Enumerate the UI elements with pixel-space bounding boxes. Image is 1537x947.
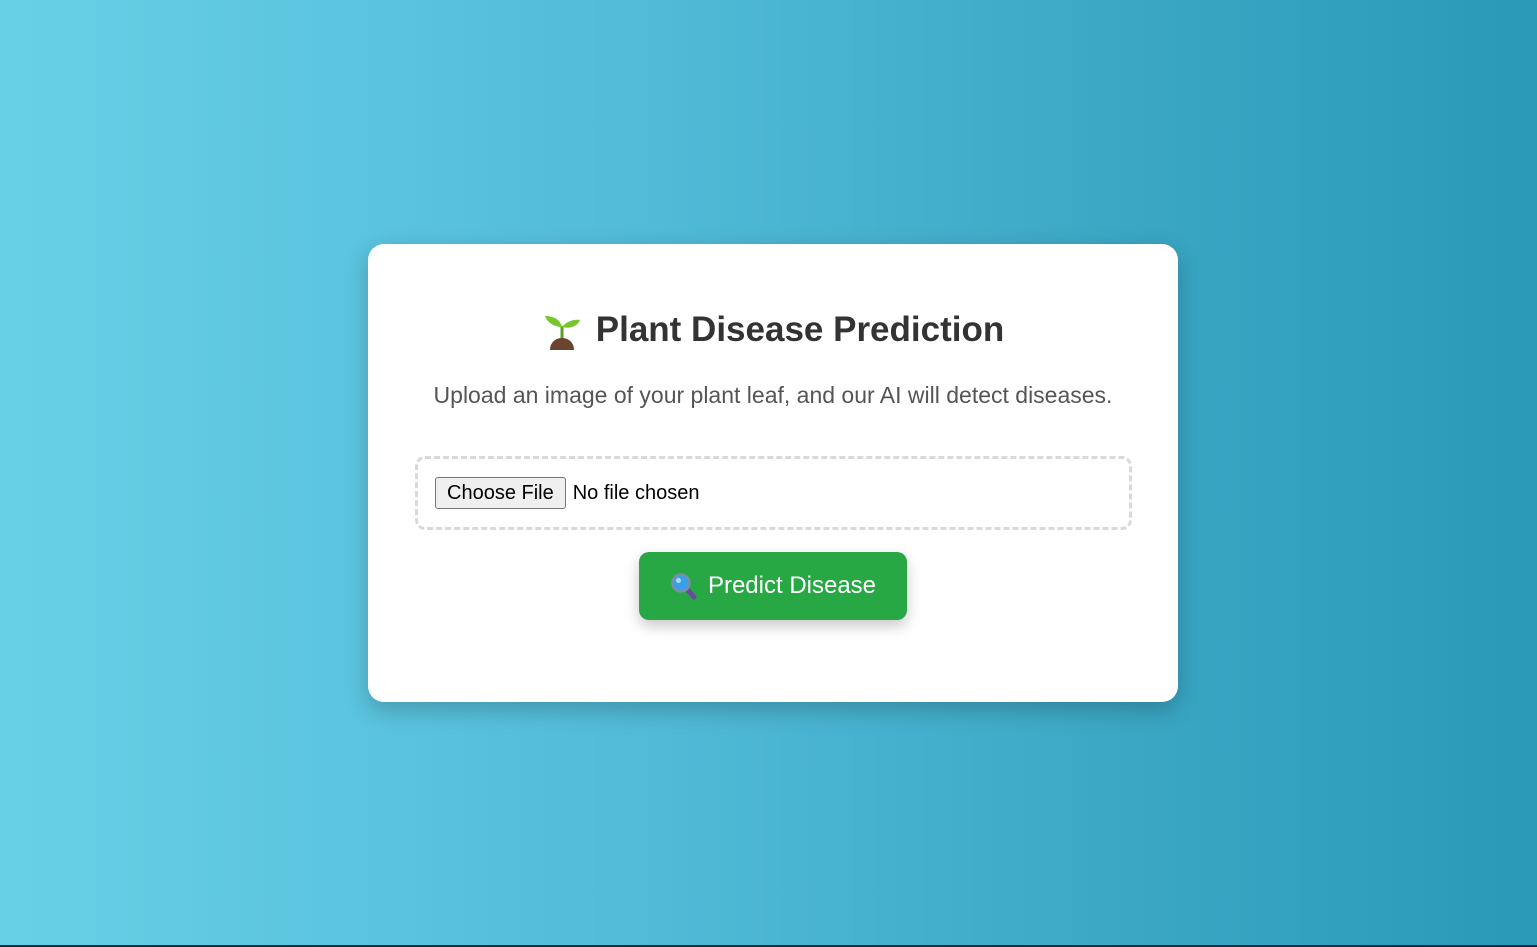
sprout-icon: [542, 310, 582, 350]
predict-disease-button[interactable]: Predict Disease: [639, 552, 907, 620]
choose-file-button[interactable]: Choose File: [435, 477, 566, 509]
predict-button-label: Predict Disease: [707, 572, 877, 599]
magnifier-icon: [670, 572, 698, 600]
file-status-text: No file chosen: [572, 481, 700, 504]
prediction-card: Plant Disease Prediction Upload an image…: [368, 244, 1178, 702]
page-title-text: Plant Disease Prediction: [595, 310, 1005, 349]
file-upload-area[interactable]: Choose File No file chosen: [415, 456, 1132, 530]
page-subtitle: Upload an image of your plant leaf, and …: [433, 382, 1113, 408]
page-title: Plant Disease Prediction: [368, 306, 1178, 354]
